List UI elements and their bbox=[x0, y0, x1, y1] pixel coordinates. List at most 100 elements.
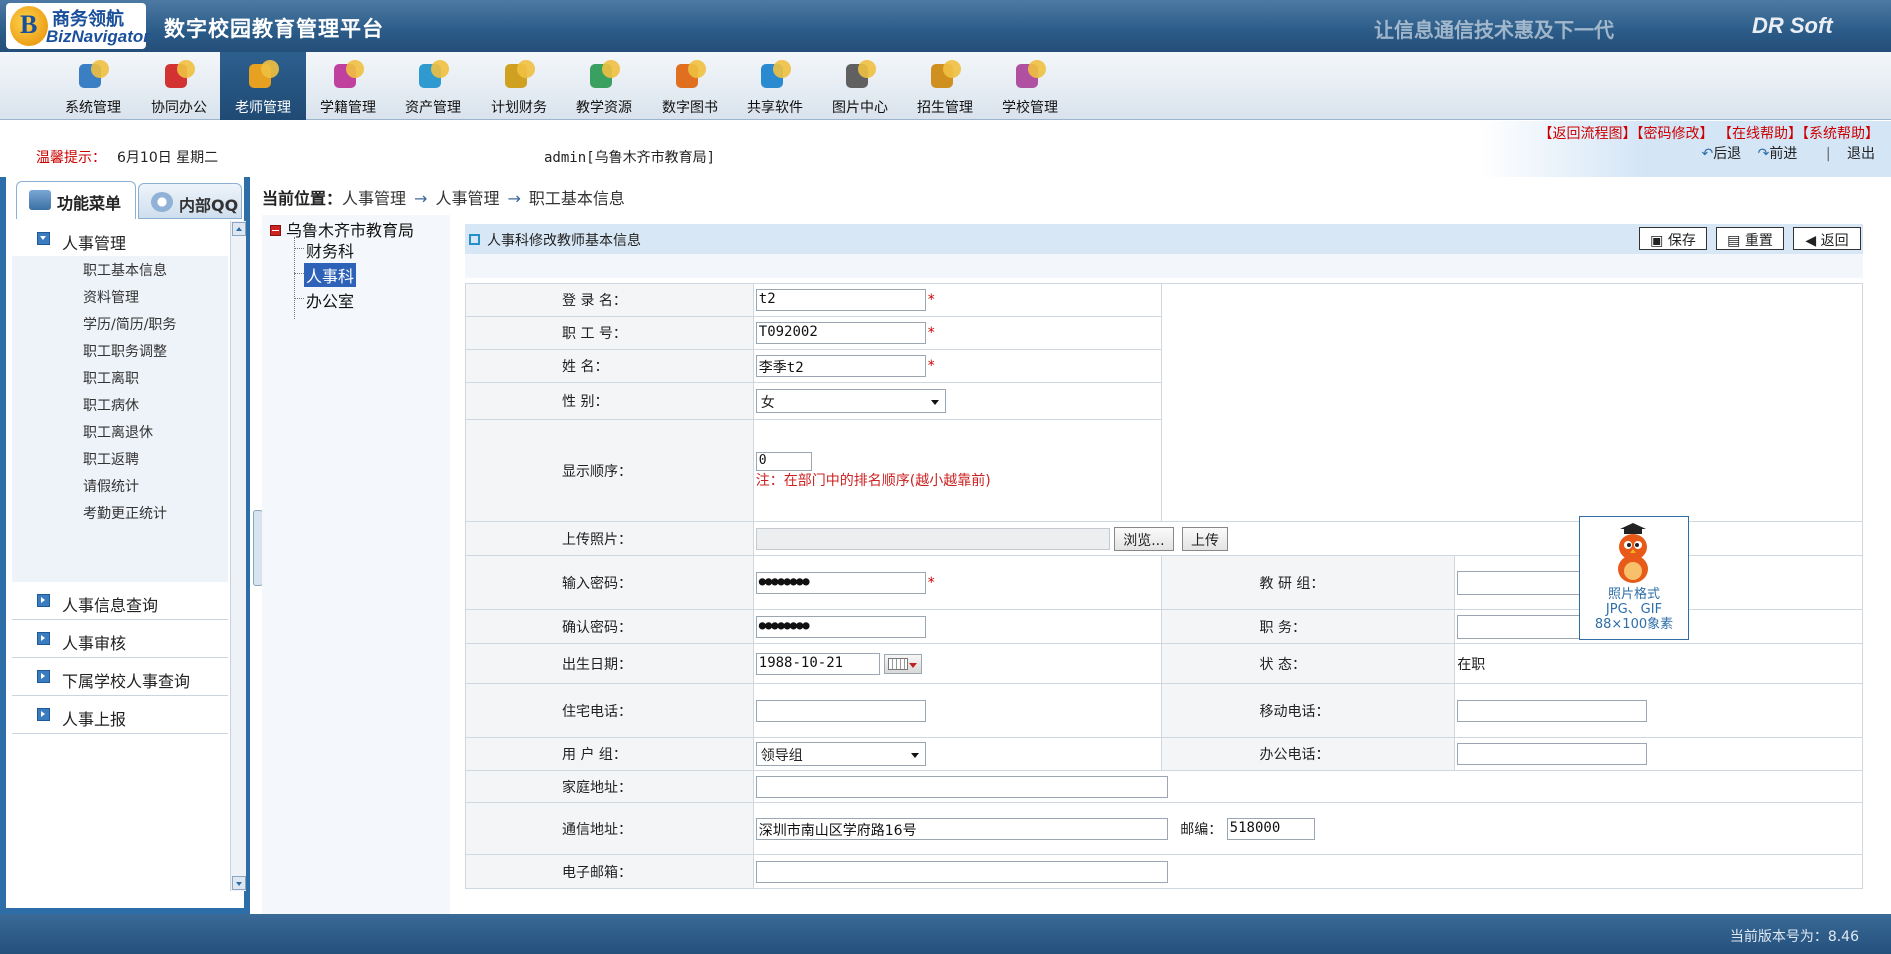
submenu-item[interactable]: 学历/简历/职务 bbox=[83, 314, 176, 334]
forward-arrow-icon: ↷ bbox=[1757, 146, 1770, 162]
submenu-item[interactable]: 职工职务调整 bbox=[83, 341, 167, 361]
birth-date-input[interactable]: 1988-10-21 bbox=[755, 652, 880, 675]
menu-scrollbar[interactable] bbox=[230, 221, 246, 891]
reset-button[interactable]: ▤ 重置 bbox=[1716, 227, 1784, 250]
staff-no-input[interactable]: T092002 bbox=[755, 322, 926, 344]
logout-link[interactable]: 退出 bbox=[1847, 146, 1875, 162]
password-input[interactable]: ●●●●●●●● bbox=[755, 571, 926, 594]
submenu-item[interactable]: 职工基本信息 bbox=[83, 260, 167, 280]
browse-button[interactable]: 浏览... bbox=[1114, 526, 1174, 551]
display-order-input[interactable]: 0 bbox=[755, 452, 812, 471]
brand-logo: DR Soft bbox=[1752, 13, 1833, 38]
tab-internal-qq[interactable]: 内部QQ bbox=[138, 183, 242, 219]
required-mark: * bbox=[927, 325, 935, 341]
label-gender: 性 别： bbox=[465, 382, 754, 420]
nav-item-photo[interactable]: 图片中心 bbox=[817, 52, 903, 120]
nav-label: 数字图书 bbox=[662, 100, 718, 116]
scroll-down-icon[interactable] bbox=[232, 876, 246, 890]
home-address-input[interactable] bbox=[755, 775, 1168, 798]
gender-select[interactable]: 女 bbox=[755, 389, 946, 413]
menu-group[interactable]: 人事信息查询 bbox=[12, 582, 228, 620]
mobile-input[interactable] bbox=[1457, 699, 1648, 722]
name-input[interactable]: 李季t2 bbox=[755, 355, 926, 377]
nav-item-resource[interactable]: 教学资源 bbox=[561, 52, 647, 120]
photo-icon bbox=[840, 58, 880, 96]
submenu-item[interactable]: 资料管理 bbox=[83, 287, 139, 307]
tree-node-office[interactable]: 办公室 bbox=[306, 288, 354, 312]
email-input[interactable] bbox=[755, 860, 1168, 883]
link-return-flowchart[interactable]: 【返回流程图】 bbox=[1539, 126, 1637, 142]
user-group-select[interactable]: 领导组 bbox=[755, 742, 926, 766]
label-login: 登 录 名： bbox=[465, 283, 754, 317]
submenu-item[interactable]: 请假统计 bbox=[83, 476, 139, 496]
home-phone-input[interactable] bbox=[755, 699, 926, 722]
link-online-help[interactable]: 【在线帮助】 bbox=[1718, 126, 1802, 142]
nav-item-software[interactable]: 共享软件 bbox=[732, 52, 818, 120]
photo-path-input[interactable] bbox=[755, 527, 1110, 550]
submenu-item[interactable]: 职工返聘 bbox=[83, 449, 139, 469]
collapse-icon[interactable] bbox=[270, 225, 281, 236]
label-duty: 职 务： bbox=[1160, 609, 1456, 644]
photo-placeholder: 照片格式 JPG、GIF 88×100象素 bbox=[1579, 516, 1689, 640]
nav-item-assets[interactable]: 资产管理 bbox=[390, 52, 476, 120]
collapse-icon bbox=[37, 232, 50, 245]
info-bar: 温馨提示： 6月10日 星期二 admin[乌鲁木齐市教育局] 【返回流程图】【… bbox=[0, 121, 1891, 177]
nav-item-students[interactable]: 学籍管理 bbox=[305, 52, 391, 120]
menu-group[interactable]: 人事上报 bbox=[12, 696, 228, 734]
upload-button[interactable]: 上传 bbox=[1182, 526, 1229, 551]
submenu-item[interactable]: 职工离退休 bbox=[83, 422, 153, 442]
login-name-input[interactable]: t2 bbox=[755, 289, 926, 311]
tree-node-finance[interactable]: 财务科 bbox=[306, 238, 354, 262]
submenu-item[interactable]: 职工离职 bbox=[83, 368, 139, 388]
menu-group[interactable]: 下属学校人事查询 bbox=[12, 658, 228, 696]
forward-link[interactable]: ↷前进 bbox=[1758, 146, 1798, 162]
nav-label: 共享软件 bbox=[747, 100, 803, 116]
checkmark-icon bbox=[159, 58, 199, 96]
scroll-up-icon[interactable] bbox=[232, 222, 246, 236]
link-change-password[interactable]: 【密码修改】 bbox=[1637, 126, 1714, 142]
label-home-address: 家庭地址： bbox=[465, 770, 754, 803]
photo-caption-line: JPG、GIF bbox=[1605, 602, 1663, 617]
menu-group[interactable]: 人事管理 bbox=[12, 220, 228, 258]
reset-icon: ▤ bbox=[1727, 233, 1741, 249]
nav-label: 教学资源 bbox=[576, 100, 632, 116]
tree-node-personnel[interactable]: 人事科 bbox=[304, 263, 357, 287]
submenu-item[interactable]: 职工病休 bbox=[83, 395, 139, 415]
nav-item-enroll[interactable]: 招生管理 bbox=[902, 52, 988, 120]
logo-mark-icon: B bbox=[10, 6, 48, 46]
back-link[interactable]: ↶后退 bbox=[1701, 146, 1741, 162]
finance-icon bbox=[499, 58, 539, 96]
system-icon bbox=[73, 58, 113, 96]
menu-group[interactable]: 人事审核 bbox=[12, 620, 228, 658]
nav-item-system[interactable]: 系统管理 bbox=[50, 52, 136, 120]
menu-group-label: 人事管理 bbox=[62, 234, 127, 253]
current-date: 6月10日 星期二 bbox=[117, 150, 219, 166]
confirm-password-input[interactable]: ●●●●●●●● bbox=[755, 615, 926, 638]
nav-item-finance[interactable]: 计划财务 bbox=[476, 52, 562, 120]
breadcrumb-item[interactable]: 人事管理 bbox=[342, 189, 406, 208]
breadcrumb-prefix: 当前位置： bbox=[262, 189, 343, 208]
nav-label: 学籍管理 bbox=[320, 100, 376, 116]
calendar-icon[interactable] bbox=[884, 653, 923, 674]
breadcrumb: 当前位置：人事管理 → 人事管理 → 职工基本信息 bbox=[262, 185, 625, 209]
save-button[interactable]: ▣ 保存 bbox=[1639, 227, 1707, 250]
nav-label: 系统管理 bbox=[65, 100, 121, 116]
students-icon bbox=[328, 58, 368, 96]
breadcrumb-item[interactable]: 职工基本信息 bbox=[529, 189, 625, 208]
back-button[interactable]: ◀ 返回 bbox=[1793, 227, 1861, 250]
nav-item-school[interactable]: 学校管理 bbox=[987, 52, 1073, 120]
submenu-item[interactable]: 考勤更正统计 bbox=[83, 503, 167, 523]
office-phone-input[interactable] bbox=[1457, 743, 1648, 765]
teacher-icon bbox=[243, 58, 283, 96]
history-links: ↶后退 ↷前进 | 退出 bbox=[1689, 143, 1875, 163]
link-system-help[interactable]: 【系统帮助】 bbox=[1802, 126, 1879, 142]
nav-item-checkmark[interactable]: 协同办公 bbox=[136, 52, 222, 120]
nav-item-teacher[interactable]: 老师管理 bbox=[220, 52, 306, 120]
left-panel: 功能菜单 内部QQ 职工基本信息 资料管理学历/简历/职务 职工职务调整 职工离职职工… bbox=[0, 177, 250, 914]
postcode-input[interactable]: 518000 bbox=[1226, 817, 1315, 840]
tab-function-menu[interactable]: 功能菜单 bbox=[16, 181, 136, 219]
app-header: B 商务领航 BizNavigator 数字校园教育管理平台 让信息通信技术惠及… bbox=[0, 0, 1891, 52]
nav-item-book[interactable]: 数字图书 bbox=[647, 52, 733, 120]
mail-address-input[interactable]: 深圳市南山区学府路16号 bbox=[755, 817, 1168, 840]
breadcrumb-item[interactable]: 人事管理 bbox=[435, 189, 499, 208]
